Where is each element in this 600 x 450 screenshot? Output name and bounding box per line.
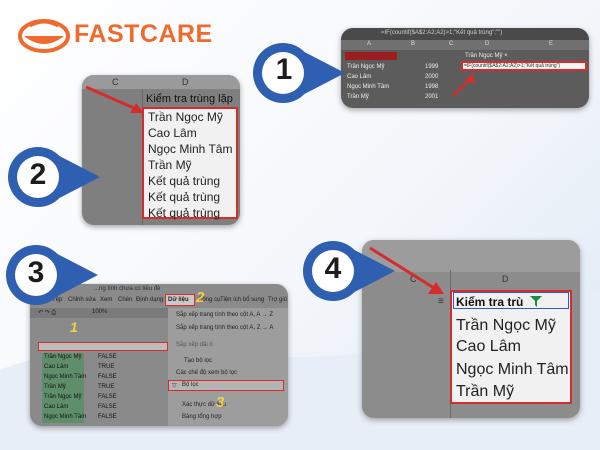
step2-panel: C D Kiểm tra trùng lặp Trần Ngọc Mỹ Cao … xyxy=(82,75,240,225)
step3-label-1: 1 xyxy=(70,319,78,335)
p1-row-name: Trần Ngọc Mỹ xyxy=(347,64,385,70)
col-a: A xyxy=(367,41,372,47)
p3-row-val: TRUE xyxy=(98,364,115,370)
menu-addons[interactable]: Tiện ích bổ sung xyxy=(220,297,264,303)
step2-number: 2 xyxy=(29,158,47,191)
menu-insert[interactable]: Chèn xyxy=(118,297,132,303)
col-e: E xyxy=(549,41,554,47)
step3-number: 3 xyxy=(27,256,45,289)
doc-title: ...ng tính chưa có tiêu đề xyxy=(94,286,161,292)
list-item: Kết quả trùng xyxy=(148,174,221,188)
formula-cell-text: =IF(countif($A$2:A2;A2)>1;"Kết quả trùng… xyxy=(464,63,561,69)
col-d-label: D xyxy=(182,77,189,87)
p3-row-name: Trần Ngọc Mỹ xyxy=(44,354,82,360)
zoom-level[interactable]: 100% xyxy=(92,309,107,315)
header-cell: Kiểm tra trùng lặp xyxy=(146,93,233,105)
menu-help[interactable]: Trợ giú xyxy=(268,297,287,303)
p1-row-name: Trần Mỹ xyxy=(347,94,369,100)
step1-number: 1 xyxy=(275,53,293,86)
formula-text: =IF(countif($A$2:A2;A2)>1;"Kết quả trùng… xyxy=(381,30,503,36)
p1-row-year: 2001 xyxy=(425,94,439,100)
list-item: Cao Lâm xyxy=(148,126,197,140)
list-item: Trần Ngọc Mỹ xyxy=(456,317,556,334)
filter-icon: ▽ xyxy=(172,383,177,389)
selected-cell-border xyxy=(453,292,569,309)
p1-row-year: 2000 xyxy=(425,74,439,80)
list-item: Trần Mỹ xyxy=(148,158,192,172)
step3-label-2: 2 xyxy=(196,289,205,306)
menu-pivot[interactable]: Bảng tổng hợp xyxy=(182,414,222,420)
p3-row-val: FALSE xyxy=(98,394,117,400)
list-item: Trần Ngọc Mỹ xyxy=(148,110,223,124)
menu-slicer[interactable]: Bộ lọc xyxy=(182,382,199,388)
menu-sort-za[interactable]: Sắp xếp trang tính theo cột A, Z → A xyxy=(176,325,273,331)
list-item: Ngọc Minh Tâm xyxy=(148,142,233,156)
col-d-label: D xyxy=(502,274,509,284)
fastcare-logo-icon xyxy=(18,19,70,53)
list-item: Kết quả trùng xyxy=(148,206,221,220)
brand-name: FASTCARE xyxy=(74,20,213,48)
arrow-icon xyxy=(85,85,144,113)
menu-view[interactable]: Xem xyxy=(100,297,112,303)
p1-row-year: 1998 xyxy=(425,84,439,90)
list-item: Trần Mỹ xyxy=(456,383,515,400)
list-item: Ngọc Minh Tâm xyxy=(456,361,569,378)
menu-data[interactable]: Dữ liệu xyxy=(168,297,189,303)
header-strip xyxy=(345,52,397,60)
p3-row-name: Cao Lâm xyxy=(44,364,69,370)
step4-number: 4 xyxy=(324,252,342,285)
p1-row-name: Ngọc Minh Tâm xyxy=(347,84,390,90)
p3-row-name: Cao Lâm xyxy=(44,404,69,410)
p3-row-val: FALSE xyxy=(98,404,117,410)
col-d: D xyxy=(485,41,490,47)
list-item: Cao Lâm xyxy=(456,338,521,355)
p3-row-val: FALSE xyxy=(98,374,117,380)
arrow-icon xyxy=(452,74,475,97)
p3-row-val: FALSE xyxy=(98,414,117,420)
step4-badge-icon xyxy=(303,241,395,301)
header-cell: Trần Ngọc Mỹ × xyxy=(465,53,508,59)
p3-row-name: Trần Ngọc Mỹ xyxy=(44,394,82,400)
p3-row-name: Ngọc Minh Tâm xyxy=(44,374,87,380)
menu-filter-views[interactable]: Các chế độ xem bộ lọc xyxy=(176,370,237,376)
menu-sort-range[interactable]: Sắp xếp dải ô xyxy=(176,342,213,348)
undo-icon[interactable]: ↶ ↷ ⎙ xyxy=(38,309,56,317)
menu-sort-az[interactable]: Sắp xếp trang tính theo cột A, A → Z xyxy=(176,312,273,318)
col-c: C xyxy=(449,41,454,47)
p3-row-name: Ngọc Minh Tâm xyxy=(44,414,87,420)
header-row-highlight[interactable] xyxy=(38,342,168,351)
p3-row-name: Trần Mỹ xyxy=(44,384,66,390)
list-item: Kết quả trùng xyxy=(148,190,221,204)
p3-row-val: FALSE xyxy=(98,354,117,360)
step3-badge-icon xyxy=(6,245,98,305)
step2-badge-icon xyxy=(8,147,100,207)
menu-format[interactable]: Định dạng xyxy=(136,297,163,303)
step3-label-3: 3 xyxy=(216,394,225,411)
p1-row-name: Cao Lâm xyxy=(347,74,372,80)
menu-create-filter[interactable]: Tạo bộ lọc xyxy=(184,358,212,364)
p3-row-val: TRUE xyxy=(98,384,115,390)
col-b: B xyxy=(411,41,416,47)
step1-panel: =IF(countif($A$2:A2;A2)>1;"Kết quả trùng… xyxy=(341,28,589,108)
p1-row-year: 1999 xyxy=(425,64,439,70)
step1-badge-icon xyxy=(253,43,345,103)
